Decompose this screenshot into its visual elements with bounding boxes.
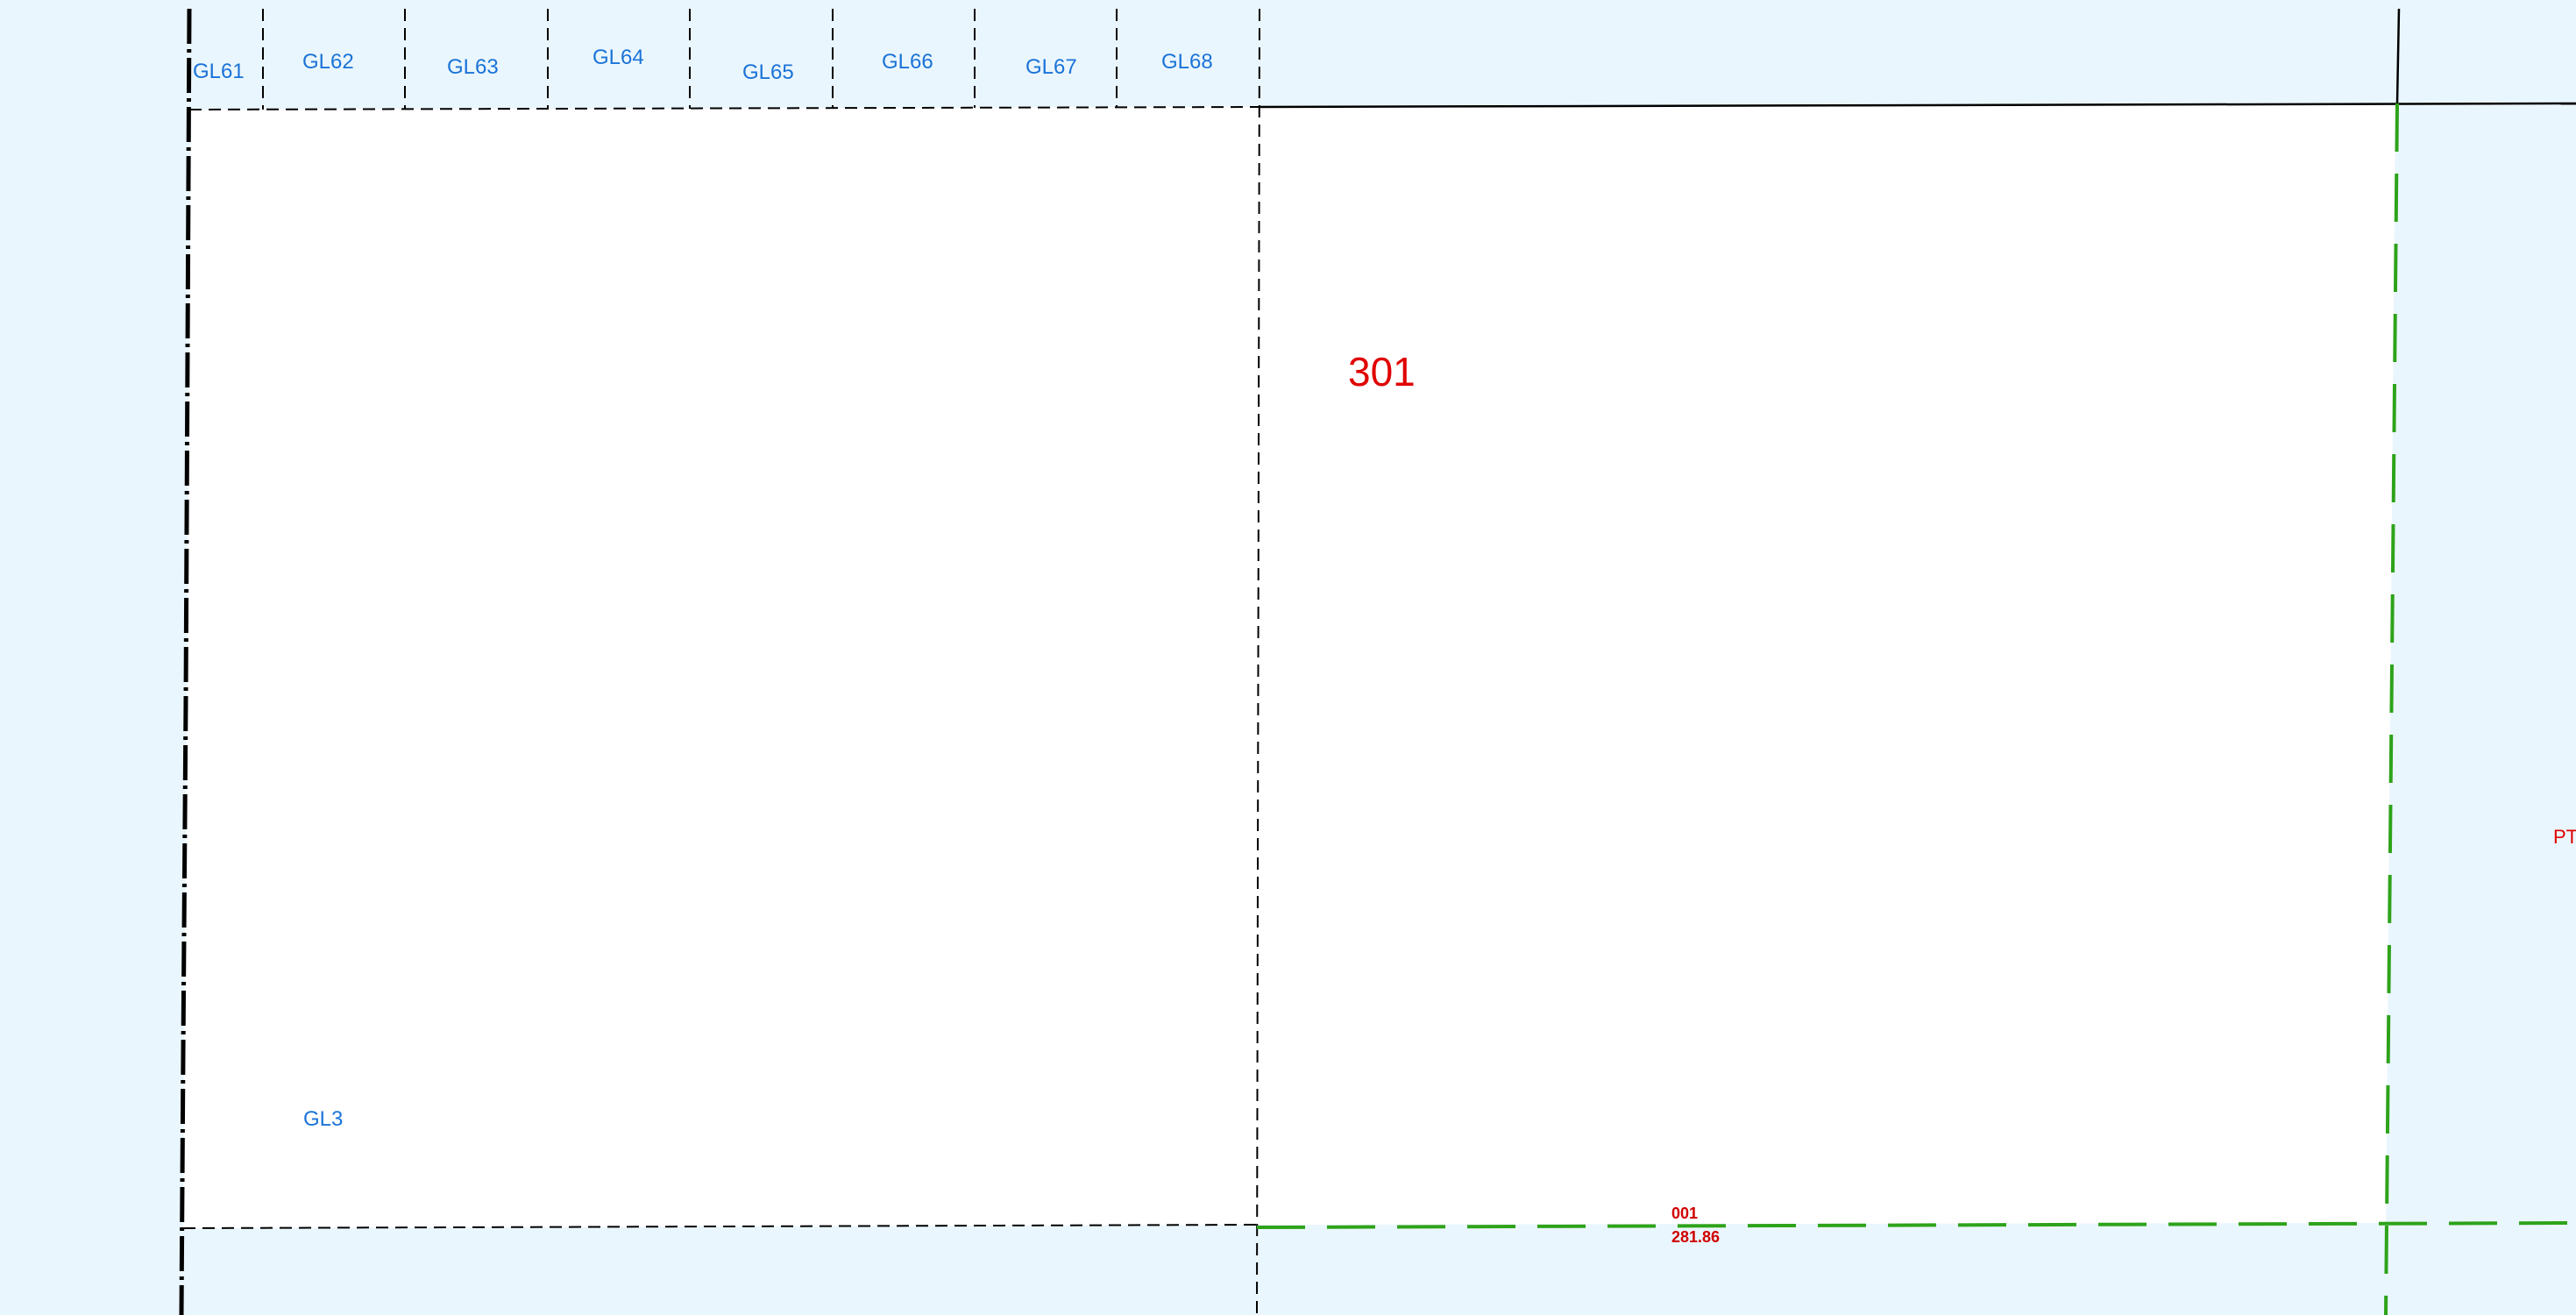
right-edge-label: PT [2553,826,2576,848]
lot-label-gl63: GL63 [447,55,499,79]
segment-id-label: 001 [1671,1205,1698,1222]
cadastral-map[interactable]: GL61 GL62 GL63 GL64 GL65 GL66 GL67 GL68 … [0,0,2576,1315]
segment-length-label: 281.86 [1671,1228,1720,1246]
lot-label-gl62: GL62 [302,50,354,74]
lot-label-gl3: GL3 [303,1107,343,1131]
parcel-gl3-area[interactable] [183,107,1260,1228]
lot-label-gl67: GL67 [1025,55,1077,79]
lot-label-gl64: GL64 [593,46,644,69]
lot-label-gl65: GL65 [742,60,794,84]
parcel-number-label: 301 [1348,349,1416,394]
parcel-301-area[interactable] [1257,103,2395,1225]
lot-label-gl68: GL68 [1161,50,1213,74]
lot-label-gl66: GL66 [882,50,933,74]
lot-label-gl61: GL61 [193,60,245,83]
